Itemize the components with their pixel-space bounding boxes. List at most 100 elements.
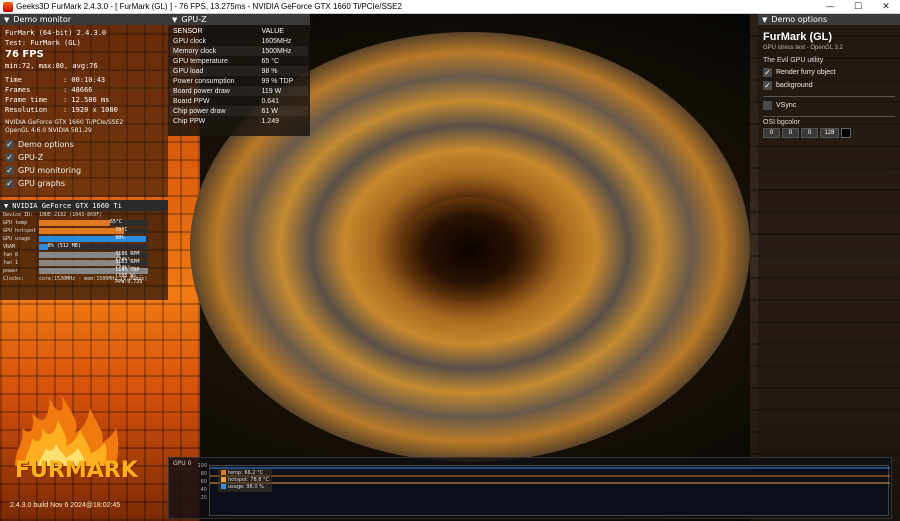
collapse-triangle-icon[interactable]: ▼ — [172, 16, 177, 24]
metric-bar-fill — [39, 252, 120, 258]
table-row: Chip power draw 61 W — [170, 106, 308, 116]
checkbox-check-icon[interactable]: ✓ — [763, 68, 772, 77]
sensor-value: 1605MHz — [261, 37, 292, 45]
vsync-label: VSync — [776, 102, 797, 109]
background-toggle[interactable]: ✓ background — [763, 79, 895, 92]
opengl-info: OpenGL 4.6.0 NVIDIA 581.29 — [5, 127, 92, 134]
metric-bar: 65°C — [39, 219, 148, 226]
renderer-info: NVIDIA GeForce GTX 1660 Ti/PCIe/SSE2 — [5, 119, 124, 126]
tick-label: 60 — [200, 479, 207, 485]
value-column-header: VALUE — [261, 27, 284, 35]
osi-bgcolor-label: OSI bgcolor — [763, 119, 800, 126]
sensor-name: Board PPW — [173, 97, 210, 105]
sensor-name: GPU load — [170, 66, 259, 76]
demo-options-title: Demo options — [771, 15, 828, 24]
minimize-button[interactable]: — — [816, 0, 844, 14]
gpu-metric-row: VRAM 8% (512 MB) — [0, 243, 168, 251]
furmark-logo: FURMARK — [10, 388, 138, 498]
gpu-metric-row: GPU usage 98% — [0, 235, 168, 243]
table-row: Board power draw 119 W — [170, 86, 308, 96]
gpuz-table: SENSOR VALUE GPU clock 1605MHz Memory cloc… — [170, 26, 308, 126]
app-icon — [3, 1, 13, 12]
sensor-name: Board power draw — [170, 86, 259, 96]
separator — [763, 96, 895, 97]
device-id-value: 10DE-2182 (1043-869F) — [39, 212, 103, 218]
sensor-name: GPU temperature — [173, 57, 228, 65]
gpu-graph: GPU 0 100 80 60 40 20 temp: 66.2 °C hots… — [168, 457, 892, 519]
sensor-value: 1.249 — [261, 117, 279, 125]
checkbox-label: GPU monitoring — [18, 165, 82, 175]
gpuz-title: GPU-Z — [181, 15, 207, 24]
osi-bgcolor-inputs: 0 0 0 128 — [763, 128, 895, 138]
checkbox-check-icon[interactable]: ✓ — [763, 81, 772, 90]
metric-bar-fill — [39, 236, 146, 242]
checkbox-check-icon[interactable]: ✓ — [5, 166, 14, 175]
gpu-metric-row: fan 1 3183 RPM (74%) — [0, 259, 168, 271]
sensor-value: 61 W — [258, 106, 308, 116]
table-row: GPU temperature 65 °C — [170, 56, 308, 66]
metric-bar: 98% — [39, 235, 148, 242]
graph-legend: temp: 66.2 °C hotspot: 78.8 °C usage: 98… — [218, 469, 272, 492]
table-row: Memory clock 1500MHz — [170, 46, 308, 56]
checkbox-check-icon[interactable]: ✓ — [5, 140, 14, 149]
demo-subtitle: GPU stress test - OpenGL 3.2 — [763, 45, 843, 51]
legend-item: hotspot: 78.8 °C — [221, 477, 269, 484]
legend-label: temp: 66.2 °C — [228, 470, 264, 476]
gpu-metric-row: power 114% TDP (105 W) - PPW:0.723 — [0, 267, 168, 285]
table-row: GPU clock 1605MHz — [170, 36, 308, 46]
alpha-input[interactable]: 128 — [820, 128, 839, 138]
gpu-name: NVIDIA GeForce GTX 1660 Ti — [12, 201, 122, 210]
resolution-label: Resolution — [5, 106, 48, 114]
metric-label: fan 1 — [3, 260, 19, 266]
toggle-gpu-monitoring[interactable]: ✓ GPU monitoring — [5, 164, 163, 177]
red-input[interactable]: 0 — [763, 128, 780, 138]
sensor-value: 99 % TDP — [261, 77, 294, 85]
metric-value: 98% — [115, 235, 125, 241]
legend-item: temp: 66.2 °C — [221, 470, 269, 477]
fps-readout: 76 FPS — [5, 49, 44, 60]
graph-label: GPU 0 — [173, 460, 192, 467]
toggle-gpu-graphs[interactable]: ✓ GPU graphs — [5, 177, 163, 190]
gpu-monitor-header[interactable]: ▼ NVIDIA GeForce GTX 1660 Ti — [0, 200, 168, 211]
legend-swatch — [221, 477, 226, 482]
gpu-monitor-panel: ▼ NVIDIA GeForce GTX 1660 Ti Device ID: … — [0, 200, 168, 300]
sensor-name: Power consumption — [173, 77, 235, 85]
render-furry-label: Render furry object — [776, 69, 836, 76]
separator — [763, 116, 895, 117]
gpuz-header[interactable]: ▼ GPU-Z — [168, 14, 310, 25]
color-swatch[interactable] — [841, 128, 851, 138]
metric-value: 78°C — [115, 227, 128, 233]
collapse-triangle-icon[interactable]: ▼ — [762, 16, 767, 24]
vsync-toggle[interactable]: VSync — [763, 99, 895, 112]
sensor-value: 0.641 — [261, 97, 279, 105]
toggle-demo-options[interactable]: ✓ Demo options — [5, 138, 163, 151]
gpuz-panel: ▼ GPU-Z SENSOR VALUE GPU clock 1605MHz Mem… — [168, 14, 310, 136]
demo-options-header[interactable]: ▼ Demo options — [758, 14, 900, 25]
maximize-button[interactable]: ☐ — [844, 0, 872, 14]
metric-bar: 78°C — [39, 227, 148, 234]
demo-options-panel: ▼ Demo options FurMark (GL) GPU stress t… — [758, 14, 900, 521]
checkbox-check-icon[interactable]: ✓ — [5, 153, 14, 162]
green-input[interactable]: 0 — [782, 128, 799, 138]
table-row: Chip PPW 1.249 — [170, 116, 308, 126]
y-axis-ticks: 100 80 60 40 20 — [193, 462, 207, 502]
collapse-triangle-icon[interactable]: ▼ — [4, 16, 9, 24]
fps-stats: min:72, max:80, avg:76 — [5, 62, 98, 70]
render-furry-toggle[interactable]: ✓ Render furry object — [763, 66, 895, 79]
metric-label: GPU usage — [3, 236, 31, 242]
tick-label: 40 — [200, 487, 207, 493]
close-button[interactable]: ✕ — [872, 0, 900, 14]
legend-label: usage: 98.0 % — [228, 484, 264, 490]
demo-monitor-title: Demo monitor — [13, 15, 72, 24]
metric-bar: 3183 RPM (74%) — [39, 259, 148, 271]
checkbox-empty[interactable] — [763, 101, 772, 110]
sensor-name: Memory clock — [170, 46, 259, 56]
blue-input[interactable]: 0 — [801, 128, 818, 138]
legend-label: hotspot: 78.8 °C — [228, 477, 269, 483]
toggle-gpuz[interactable]: ✓ GPU-Z — [5, 151, 163, 164]
section-label: The Evil GPU utility — [763, 57, 824, 64]
demo-monitor-header[interactable]: ▼ Demo monitor — [0, 14, 168, 25]
collapse-triangle-icon[interactable]: ▼ — [4, 202, 8, 210]
metric-bar: 3186 RPM (74%) — [39, 251, 148, 263]
checkbox-check-icon[interactable]: ✓ — [5, 179, 14, 188]
